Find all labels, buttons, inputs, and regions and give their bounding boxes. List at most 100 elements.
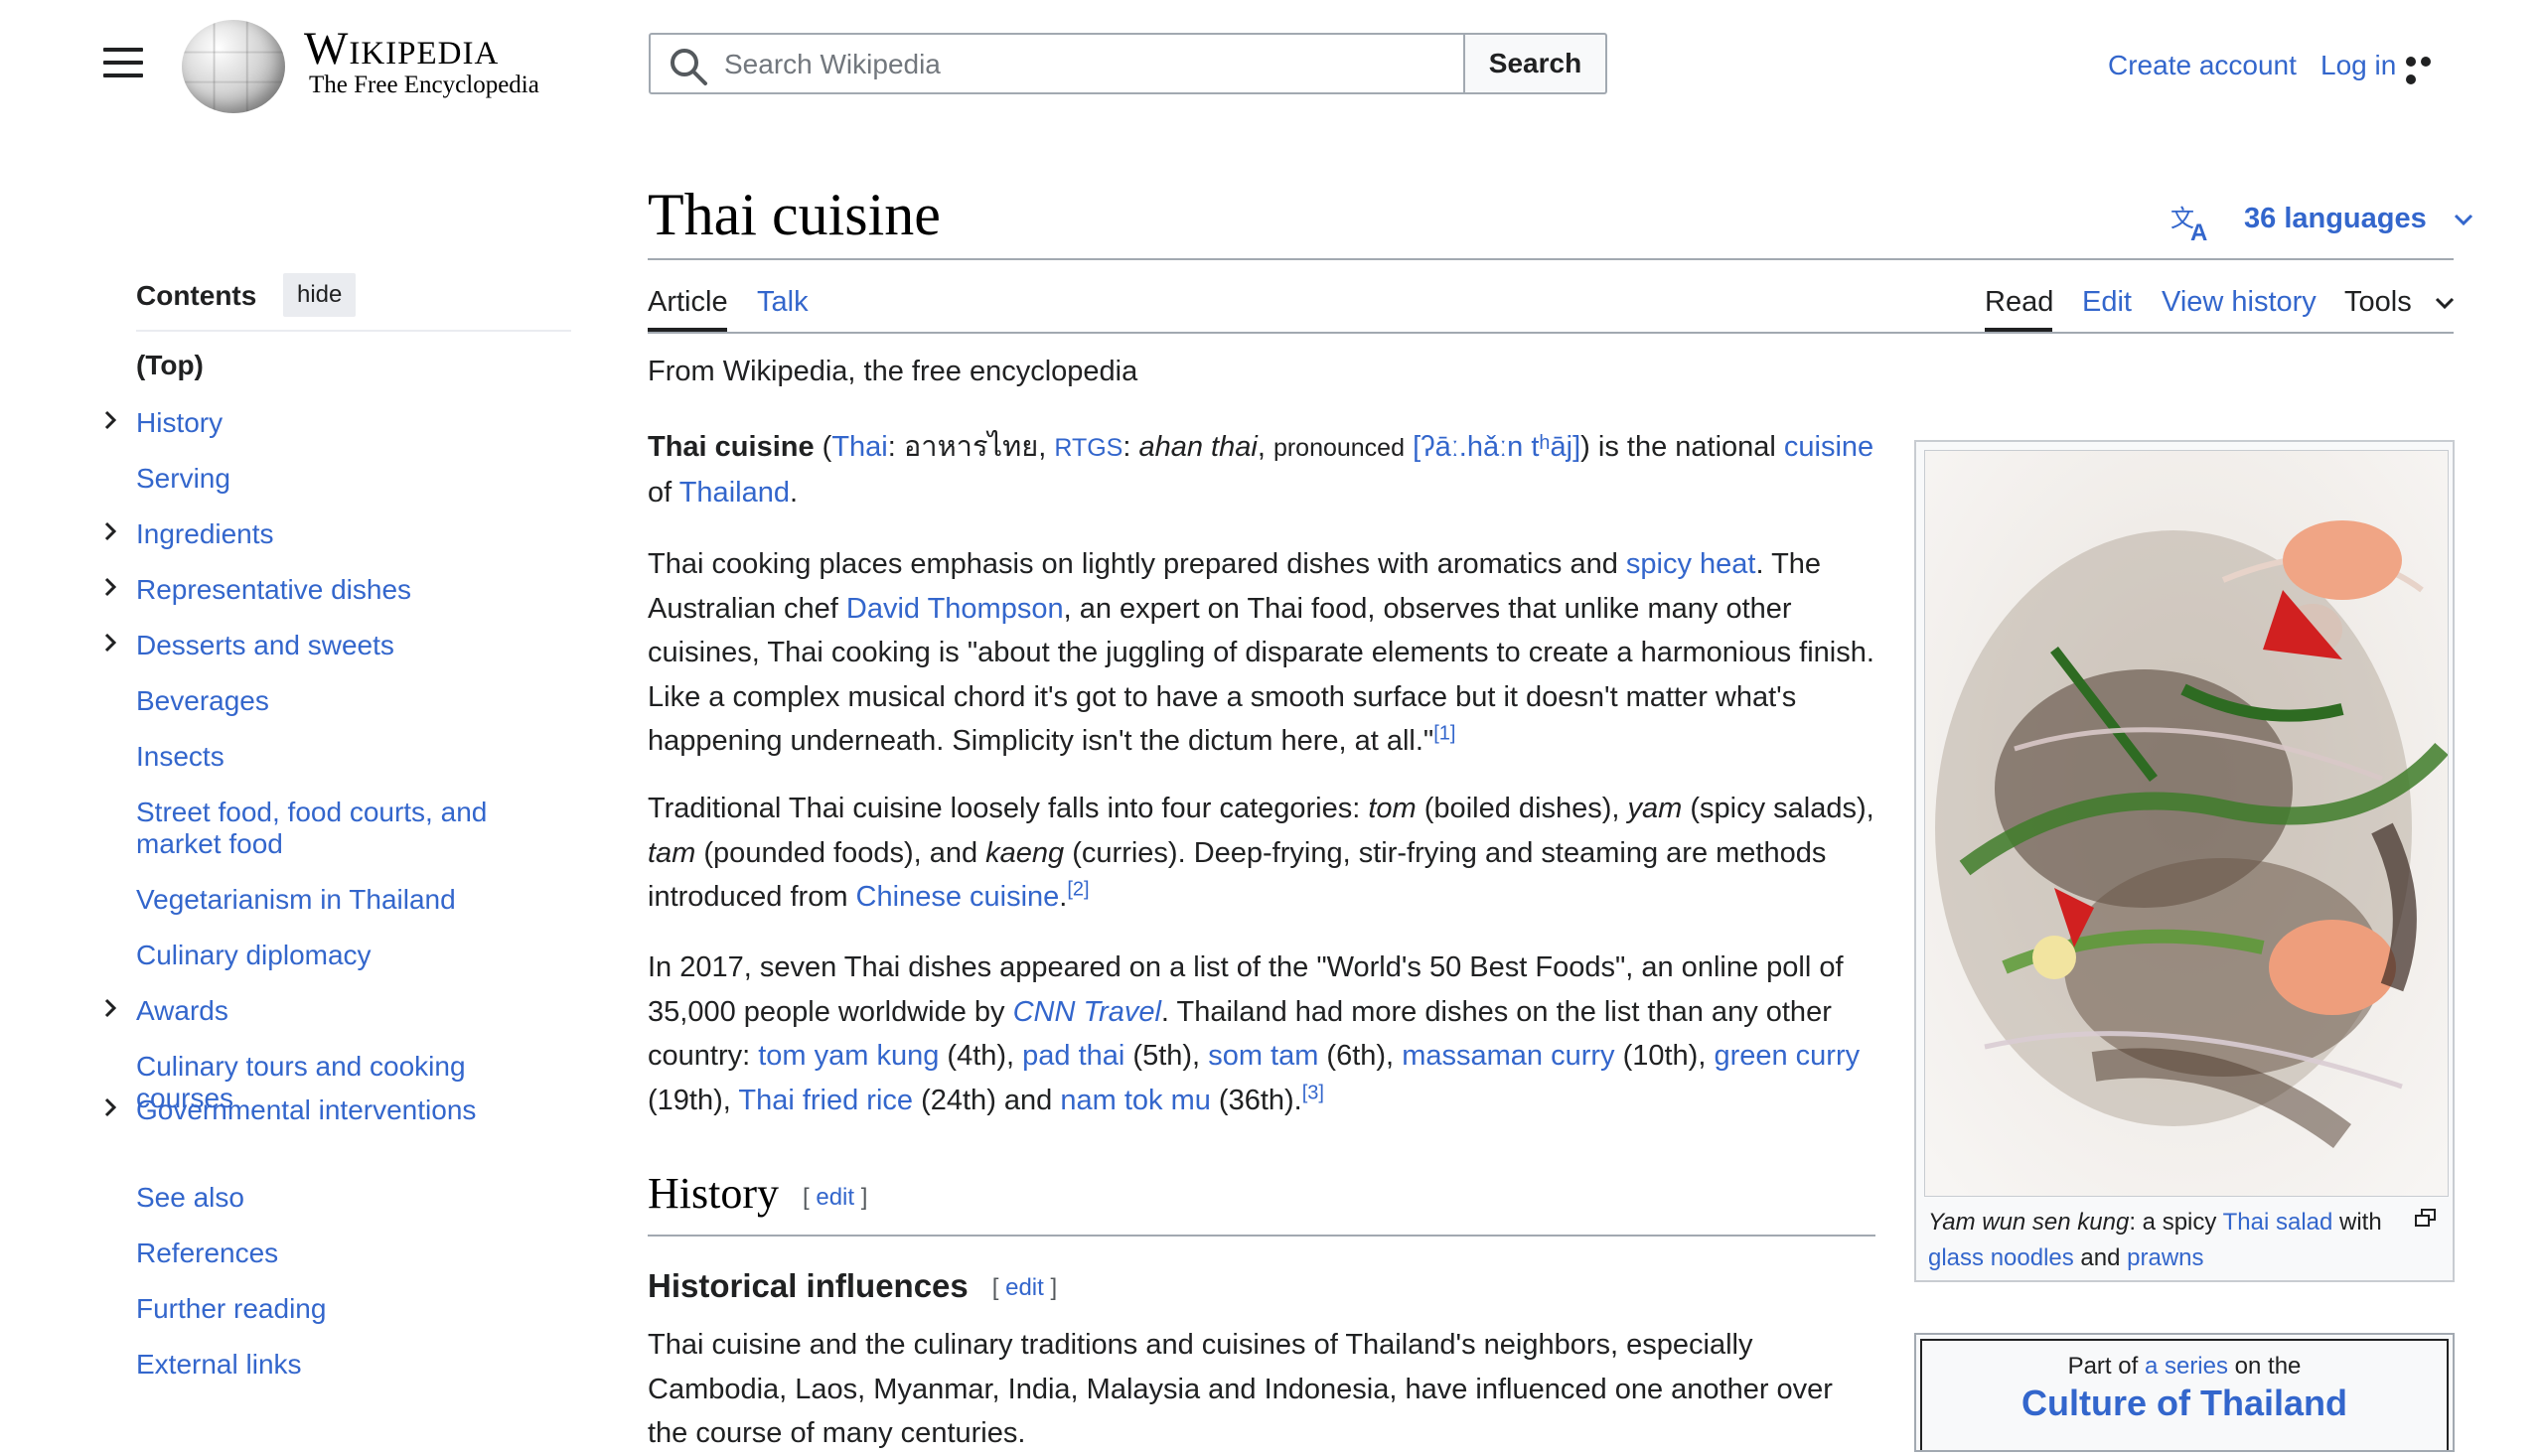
search-icon [671, 49, 707, 85]
site-tagline: From Wikipedia, the free encyclopedia [648, 356, 1138, 387]
languages-label: 36 languages [2244, 203, 2427, 234]
tabs-divider [648, 332, 2454, 334]
link-green-curry[interactable]: green curry [1714, 1040, 1860, 1072]
toc-item[interactable]: Insects [136, 741, 533, 773]
paragraph-best-foods: In 2017, seven Thai dishes appeared on a… [648, 951, 1861, 1116]
toc-item[interactable]: (Top) [136, 350, 533, 381]
page-title: Thai cuisine [648, 182, 941, 247]
toc-item[interactable]: References [136, 1238, 533, 1269]
series-pre-text: Part of [2067, 1353, 2139, 1380]
citation-2[interactable]: [2] [1067, 878, 1089, 900]
chevron-down-icon [2435, 298, 2454, 310]
create-account-link[interactable]: Create account [2108, 50, 2297, 81]
thai-salad-photo[interactable] [1924, 450, 2449, 1197]
link-culture-of-thailand[interactable]: Culture of Thailand [1922, 1383, 2447, 1424]
toc-divider [136, 330, 571, 332]
paragraph-influences: Thai cuisine and the culinary traditions… [648, 1323, 1875, 1456]
link-nam-tok-mu[interactable]: nam tok mu [1060, 1085, 1211, 1116]
citation-1[interactable]: [1] [1433, 722, 1455, 744]
chevron-right-icon[interactable] [99, 1096, 121, 1118]
link-chinese-cuisine[interactable]: Chinese cuisine [856, 881, 1060, 913]
toc-item[interactable]: Street food, food courts, and market foo… [136, 797, 533, 860]
search-field[interactable] [649, 33, 1465, 94]
infobox-figure: Yam wun sen kung: a spicy Thai salad wit… [1914, 440, 2455, 1282]
search-button[interactable]: Search [1463, 33, 1607, 94]
wikipedia-wordmark[interactable]: Wikipedia [304, 22, 499, 75]
caption-text: with [2332, 1209, 2382, 1236]
link-series[interactable]: a series [2145, 1353, 2228, 1380]
section-heading-historical-influences: Historical influences [ edit ] [648, 1267, 1057, 1305]
toc-item[interactable]: Desserts and sweets [136, 630, 533, 661]
series-intro: Part of a series on the [1922, 1353, 2447, 1381]
figure-caption: Yam wun sen kung: a spicy Thai salad wit… [1928, 1205, 2425, 1276]
enlarge-icon[interactable] [2415, 1209, 2437, 1227]
toc-item[interactable]: External links [136, 1349, 533, 1381]
log-in-link[interactable]: Log in [2320, 50, 2396, 81]
search-input[interactable] [722, 35, 1451, 94]
caption-italic: Yam wun sen kung [1928, 1209, 2130, 1236]
toc-item[interactable]: Beverages [136, 685, 533, 717]
tab-edit[interactable]: Edit [2082, 286, 2132, 319]
paragraph-cooking: Thai cooking places emphasis on lightly … [648, 548, 1874, 757]
toc-title: Contents [136, 280, 257, 311]
citation-3[interactable]: [3] [1302, 1082, 1324, 1103]
link-cuisine[interactable]: cuisine [1784, 431, 1873, 463]
culture-series-box: Part of a series on the Culture of Thail… [1914, 1333, 2455, 1452]
link-rtgs[interactable]: RTGS [1054, 434, 1122, 462]
toc-item[interactable]: Further reading [136, 1293, 533, 1325]
toc-item[interactable]: Awards [136, 995, 533, 1027]
toc-item[interactable]: History [136, 407, 533, 439]
toc-item[interactable]: Serving [136, 463, 533, 495]
chevron-down-icon [2454, 215, 2472, 226]
toc-item[interactable]: Representative dishes [136, 574, 533, 606]
historical-influences-text: Historical influences [648, 1267, 969, 1304]
tools-label: Tools [2344, 286, 2412, 318]
tab-view-history[interactable]: View history [2162, 286, 2317, 319]
history-heading-text: History [648, 1169, 779, 1218]
toc-item[interactable]: Governmental interventions [136, 1094, 533, 1126]
link-tom-yam-kung[interactable]: tom yam kung [758, 1040, 939, 1072]
link-cnn-travel[interactable]: CNN Travel [1013, 996, 1161, 1028]
link-thailand[interactable]: Thailand [679, 477, 790, 509]
influences-text: Thai cuisine and the culinary traditions… [648, 1329, 1833, 1449]
toc-item[interactable]: Culinary diplomacy [136, 940, 533, 971]
link-glass-noodles[interactable]: glass noodles [1928, 1244, 2074, 1271]
caption-text: and [2073, 1244, 2128, 1271]
toc-item[interactable]: Vegetarianism in Thailand [136, 884, 533, 916]
chevron-right-icon[interactable] [99, 409, 121, 431]
tab-read[interactable]: Read [1985, 286, 2053, 319]
salad-illustration [1925, 451, 2448, 1196]
chevron-right-icon[interactable] [99, 632, 121, 654]
tab-article[interactable]: Article [648, 286, 728, 319]
paragraph-categories: Traditional Thai cuisine loosely falls i… [648, 793, 1874, 913]
toc-item[interactable]: Ingredients [136, 518, 533, 550]
edit-history-section[interactable]: [ edit ] [803, 1184, 867, 1211]
link-thai[interactable]: Thai [831, 431, 887, 463]
history-divider [648, 1235, 1875, 1237]
link-david-thompson[interactable]: David Thompson [846, 593, 1064, 625]
tab-talk[interactable]: Talk [757, 286, 809, 319]
link-thai-fried-rice[interactable]: Thai fried rice [738, 1085, 913, 1116]
toc-hide-button[interactable]: hide [283, 273, 357, 317]
link-pad-thai[interactable]: pad thai [1022, 1040, 1124, 1072]
wikipedia-globe-logo[interactable] [182, 20, 285, 113]
languages-button[interactable]: 36 languages [2244, 203, 2474, 235]
link-massaman-curry[interactable]: massaman curry [1402, 1040, 1614, 1072]
more-options-icon[interactable] [2406, 54, 2450, 84]
edit-link[interactable]: edit [1005, 1274, 1044, 1301]
language-icon[interactable]: 文 A [2170, 203, 2214, 242]
main-menu-button[interactable] [103, 48, 143, 81]
link-som-tam[interactable]: som tam [1208, 1040, 1318, 1072]
chevron-right-icon[interactable] [99, 520, 121, 542]
chevron-right-icon[interactable] [99, 997, 121, 1019]
tools-dropdown[interactable]: Tools [2344, 286, 2456, 319]
edit-link[interactable]: edit [816, 1184, 854, 1211]
chevron-right-icon[interactable] [99, 576, 121, 598]
link-spicy-heat[interactable]: spicy heat [1626, 548, 1756, 580]
caption-text: : a spicy [2129, 1209, 2223, 1236]
link-thai-salad[interactable]: Thai salad [2223, 1209, 2333, 1236]
edit-influences-section[interactable]: [ edit ] [992, 1274, 1057, 1301]
link-ipa[interactable]: [ʔāː.hǎːn tʰāj] [1413, 431, 1580, 463]
toc-item[interactable]: See also [136, 1182, 533, 1214]
link-prawns[interactable]: prawns [2127, 1244, 2203, 1271]
